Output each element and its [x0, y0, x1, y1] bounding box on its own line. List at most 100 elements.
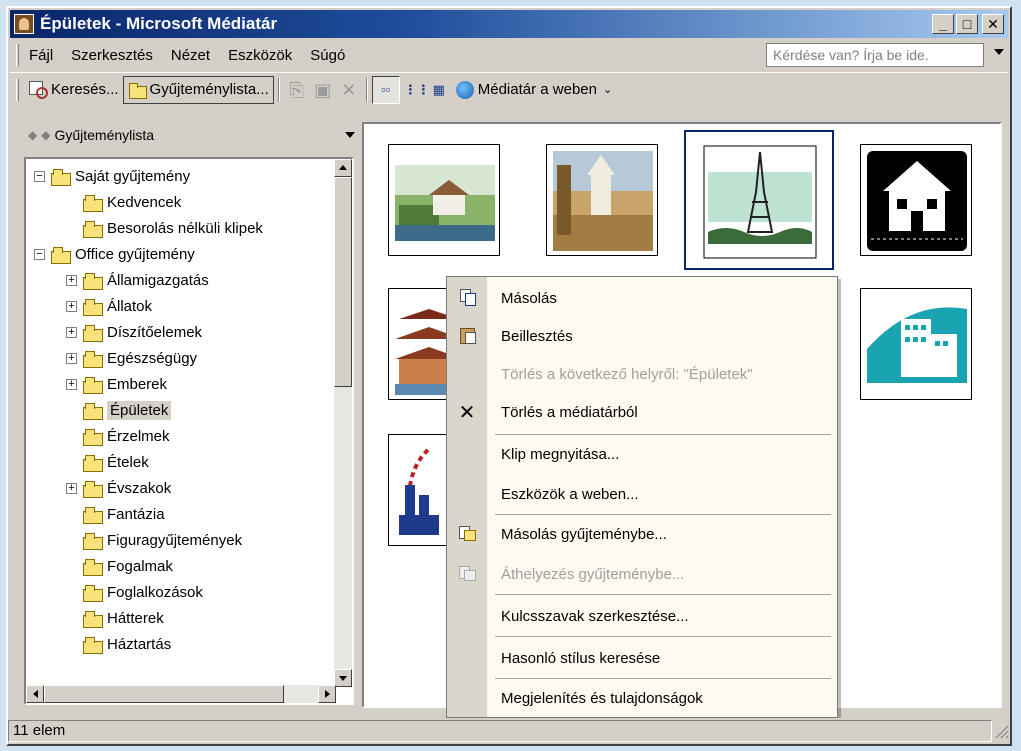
menu-item-paste[interactable]: Beillesztés	[447, 323, 837, 349]
tree-item[interactable]: Épületek	[66, 397, 172, 423]
tree-item[interactable]: + Állatok	[66, 293, 152, 319]
folder-icon	[81, 297, 103, 316]
tree-item[interactable]: Hátterek	[66, 605, 164, 631]
expand-icon[interactable]: +	[66, 326, 77, 338]
search-button[interactable]: Keresés...	[25, 76, 123, 104]
clip-thumbnail[interactable]	[860, 288, 972, 400]
app-icon[interactable]	[14, 14, 34, 34]
tree-item[interactable]: + Évszakok	[66, 475, 171, 501]
tree-item[interactable]: Besorolás nélküli klipek	[66, 215, 263, 241]
tree-item[interactable]: Figuragyűjtemények	[66, 527, 242, 553]
delete-tool-button[interactable]: ✕	[336, 76, 362, 104]
details-view-button[interactable]: ▦	[426, 76, 452, 104]
menu-item-copy-to-collection[interactable]: Másolás gyűjteménybe...	[447, 521, 837, 547]
tree-item[interactable]: Fantázia	[66, 501, 165, 527]
clip-thumbnail[interactable]	[546, 144, 658, 256]
folder-icon	[81, 375, 103, 394]
expand-icon[interactable]: +	[66, 300, 77, 312]
menu-item-remove-from-collection[interactable]: Törlés a következő helyről: "Épületek"	[447, 361, 837, 387]
folder-icon	[81, 479, 103, 498]
clip-thumbnail[interactable]	[388, 144, 500, 256]
collection-tree: − Saját gyűjtemény Kedvencek Besorolás nélk…	[24, 157, 354, 705]
folder-icon	[81, 583, 103, 602]
toolbar-grip[interactable]	[16, 78, 19, 101]
tree-item[interactable]: Foglalkozások	[66, 579, 203, 605]
copy-tool-button[interactable]: ⎘	[284, 76, 310, 104]
list-view-button[interactable]: ⋮⋮	[400, 76, 430, 104]
minimize-button[interactable]: _	[932, 14, 954, 34]
chevron-down-icon[interactable]	[994, 49, 1004, 55]
scroll-up-button[interactable]	[334, 159, 352, 177]
collapse-icon[interactable]: −	[34, 248, 45, 260]
menu-item-move-to-collection[interactable]: Áthelyezés gyűjteménybe...	[447, 561, 837, 587]
tree-item[interactable]: − Office gyűjtemény	[34, 241, 195, 267]
tree-item[interactable]: − Saját gyűjtemény	[34, 163, 190, 189]
menu-item-label: Törlés a médiatárból	[501, 403, 638, 421]
chevron-down-icon[interactable]	[345, 132, 355, 138]
thumbnails-view-button[interactable]: ▫▫	[371, 75, 400, 104]
ask-question-input[interactable]: Kérdése van? Írja be ide.	[766, 43, 984, 67]
tree-item[interactable]: Érzelmek	[66, 423, 170, 449]
menu-edit[interactable]: Szerkesztés	[62, 47, 162, 64]
tree-item-label: Office gyűjtemény	[75, 245, 195, 263]
scroll-left-button[interactable]	[26, 685, 44, 703]
collapse-icon[interactable]: −	[34, 170, 45, 182]
expand-icon[interactable]: +	[66, 378, 77, 390]
resize-grip-icon[interactable]	[992, 722, 1010, 740]
tree-item[interactable]: Fogalmak	[66, 553, 173, 579]
close-button[interactable]: ✕	[982, 14, 1004, 34]
menu-item-label: Megjelenítés és tulajdonságok	[501, 689, 703, 707]
scroll-thumb-horizontal[interactable]	[44, 685, 284, 703]
expand-icon[interactable]: +	[66, 482, 77, 494]
tree-item-label: Háztartás	[107, 635, 172, 653]
tree-item[interactable]: + Díszítőelemek	[66, 319, 202, 345]
tree-item[interactable]: + Egészségügy	[66, 345, 197, 371]
scroll-thumb[interactable]	[334, 177, 352, 387]
menu-item-preview-properties[interactable]: Megjelenítés és tulajdonságok	[447, 685, 837, 711]
tree-item-label: Évszakok	[107, 479, 172, 497]
maximize-button[interactable]: □	[956, 14, 978, 34]
scroll-down-button[interactable]	[334, 669, 352, 687]
menubar-grip[interactable]	[16, 44, 19, 66]
toolbar-separator	[277, 77, 280, 102]
menu-separator	[495, 636, 831, 637]
tree-item[interactable]: Háztartás	[66, 631, 171, 657]
menu-item-label: Hasonló stílus keresése	[501, 649, 661, 667]
copy-icon: ⎘	[289, 79, 304, 100]
tree-item[interactable]: + Államigazgatás	[66, 267, 209, 293]
menu-item-edit-keywords[interactable]: Kulcsszavak szerkesztése...	[447, 603, 837, 629]
menu-item-open-clip[interactable]: Klip megnyitása...	[447, 441, 837, 467]
clip-thumbnail-selected[interactable]	[684, 130, 834, 270]
tree-item-label: Fantázia	[107, 505, 165, 523]
title-bar[interactable]: Épületek - Microsoft Médiatár _ □ ✕	[10, 10, 1008, 38]
folder-icon	[81, 193, 103, 212]
clip-thumbnail[interactable]	[860, 144, 972, 256]
menu-item-tools-on-web[interactable]: Eszközök a weben...	[447, 481, 837, 507]
expand-icon[interactable]: +	[66, 352, 77, 364]
menu-item-copy[interactable]: Másolás	[447, 285, 837, 311]
menu-view[interactable]: Nézet	[162, 47, 219, 64]
tree-item-label: Saját gyűjtemény	[75, 167, 191, 185]
menu-file[interactable]: Fájl	[25, 47, 62, 64]
tree-item[interactable]: Kedvencek	[66, 189, 181, 215]
tree-item-label: Figuragyűjtemények	[107, 531, 243, 549]
chevron-down-icon[interactable]: ⌄	[603, 83, 612, 96]
clips-online-button[interactable]: Médiatár a weben ⌄	[452, 76, 616, 104]
menu-tools[interactable]: Eszközök	[219, 47, 301, 64]
back-arrow-icon[interactable]: ◆	[28, 128, 37, 142]
menu-item-find-similar-style[interactable]: Hasonló stílus keresése	[447, 645, 837, 671]
horizontal-scrollbar[interactable]	[26, 685, 336, 703]
city-buildings-clip-image	[867, 295, 967, 395]
scroll-right-button[interactable]	[318, 685, 336, 703]
vertical-scrollbar[interactable]	[334, 159, 352, 687]
collection-list-label: Gyűjteménylista...	[149, 81, 269, 98]
paste-tool-button[interactable]: ▣	[310, 76, 336, 104]
menu-help[interactable]: Súgó	[301, 47, 354, 64]
collection-list-button[interactable]: Gyűjteménylista...	[122, 75, 274, 104]
tree-item[interactable]: + Emberek	[66, 371, 167, 397]
folder-icon	[49, 245, 71, 264]
expand-icon[interactable]: +	[66, 274, 77, 286]
forward-arrow-icon[interactable]: ◆	[41, 128, 50, 142]
menu-item-delete-from-gallery[interactable]: ✕ Törlés a médiatárból	[447, 399, 837, 425]
tree-item[interactable]: Ételek	[66, 449, 149, 475]
